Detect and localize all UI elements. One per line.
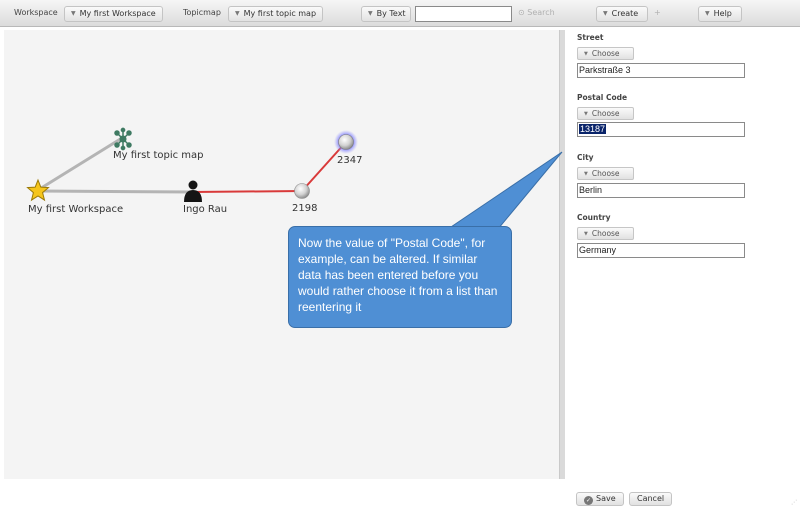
cancel-button-label: Cancel	[637, 494, 665, 503]
city-choose-label: Choose	[591, 169, 620, 178]
node-label-person: Ingo Rau	[183, 204, 228, 215]
node-label-postal: 2347	[337, 155, 363, 166]
topicmap-label: Topicmap	[183, 8, 221, 17]
help-button[interactable]: ▼ Help	[698, 6, 742, 22]
street-label: Street	[577, 33, 604, 42]
search-mode-value: By Text	[376, 9, 406, 18]
country-field[interactable]: Germany	[577, 243, 745, 258]
star-icon[interactable]	[26, 178, 50, 202]
help-button-label: Help	[713, 9, 732, 18]
country-field-value: Germany	[579, 245, 617, 255]
edge-workspace-topicmap[interactable]	[37, 136, 123, 192]
country-choose-button[interactable]: ▼ Choose	[577, 227, 634, 240]
node-label-topicmap: My first topic map	[113, 150, 204, 161]
save-button-label: Save	[596, 494, 616, 503]
city-field-value: Berlin	[579, 185, 603, 195]
checkmark-icon: ✓	[584, 496, 593, 505]
edge-person-address[interactable]	[192, 190, 303, 193]
workspace-label: Workspace	[14, 8, 58, 17]
postal-code-field[interactable]: 13187	[577, 122, 745, 137]
chevron-down-icon: ▼	[603, 10, 608, 17]
workspace-select[interactable]: ▼ My first Workspace	[64, 6, 163, 22]
cancel-button[interactable]: Cancel	[629, 492, 673, 506]
add-icon[interactable]: +	[654, 6, 661, 22]
postal-code-choose-button[interactable]: ▼ Choose	[577, 107, 634, 120]
chevron-down-icon: ▼	[71, 10, 76, 17]
search-button[interactable]: ⊙ Search	[518, 6, 555, 22]
chevron-down-icon: ▼	[235, 10, 240, 17]
chevron-down-icon: ▼	[584, 231, 588, 237]
street-field[interactable]: Parkstraße 3	[577, 63, 745, 78]
node-label-address: 2198	[292, 203, 318, 214]
search-mode-select[interactable]: ▼ By Text	[361, 6, 411, 22]
node-label-workspace: My first Workspace	[28, 204, 124, 215]
search-button-label: Search	[527, 8, 555, 17]
country-choose-label: Choose	[591, 229, 620, 238]
chevron-down-icon: ▼	[584, 111, 588, 117]
search-icon: ⊙	[518, 8, 525, 17]
callout-text: Now the value of "Postal Code", for exam…	[298, 236, 498, 314]
chevron-down-icon: ▼	[584, 51, 588, 57]
chevron-down-icon: ▼	[368, 10, 373, 17]
postal-code-label: Postal Code	[577, 93, 628, 102]
topicmap-select-value: My first topic map	[243, 9, 317, 18]
resize-grip-icon[interactable]: ⋰	[791, 499, 797, 506]
sphere-icon[interactable]	[338, 134, 354, 150]
search-input[interactable]	[415, 6, 512, 22]
city-choose-button[interactable]: ▼ Choose	[577, 167, 634, 180]
street-field-value: Parkstraße 3	[579, 65, 631, 75]
country-label: Country	[577, 213, 611, 222]
workspace-select-value: My first Workspace	[79, 9, 156, 18]
city-label: City	[577, 153, 594, 162]
chevron-down-icon: ▼	[584, 171, 588, 177]
toolbar: Workspace ▼ My first Workspace Topicmap ▼…	[0, 0, 800, 27]
chevron-down-icon: ▼	[705, 10, 710, 17]
city-field[interactable]: Berlin	[577, 183, 745, 198]
save-button[interactable]: ✓ Save	[576, 492, 624, 506]
detail-panel: Street ▼ Choose Parkstraße 3 Postal Code …	[565, 30, 800, 509]
street-choose-label: Choose	[591, 49, 620, 58]
create-button[interactable]: ▼ Create	[596, 6, 648, 22]
edge-workspace-person[interactable]	[37, 189, 194, 194]
topicmap-icon[interactable]	[114, 127, 132, 151]
street-choose-button[interactable]: ▼ Choose	[577, 47, 634, 60]
tutorial-callout: Now the value of "Postal Code", for exam…	[288, 226, 512, 328]
postal-code-choose-label: Choose	[591, 109, 620, 118]
topicmap-select[interactable]: ▼ My first topic map	[228, 6, 324, 22]
create-button-label: Create	[611, 9, 639, 18]
sphere-icon[interactable]	[294, 183, 310, 199]
postal-code-field-value: 13187	[579, 124, 607, 134]
